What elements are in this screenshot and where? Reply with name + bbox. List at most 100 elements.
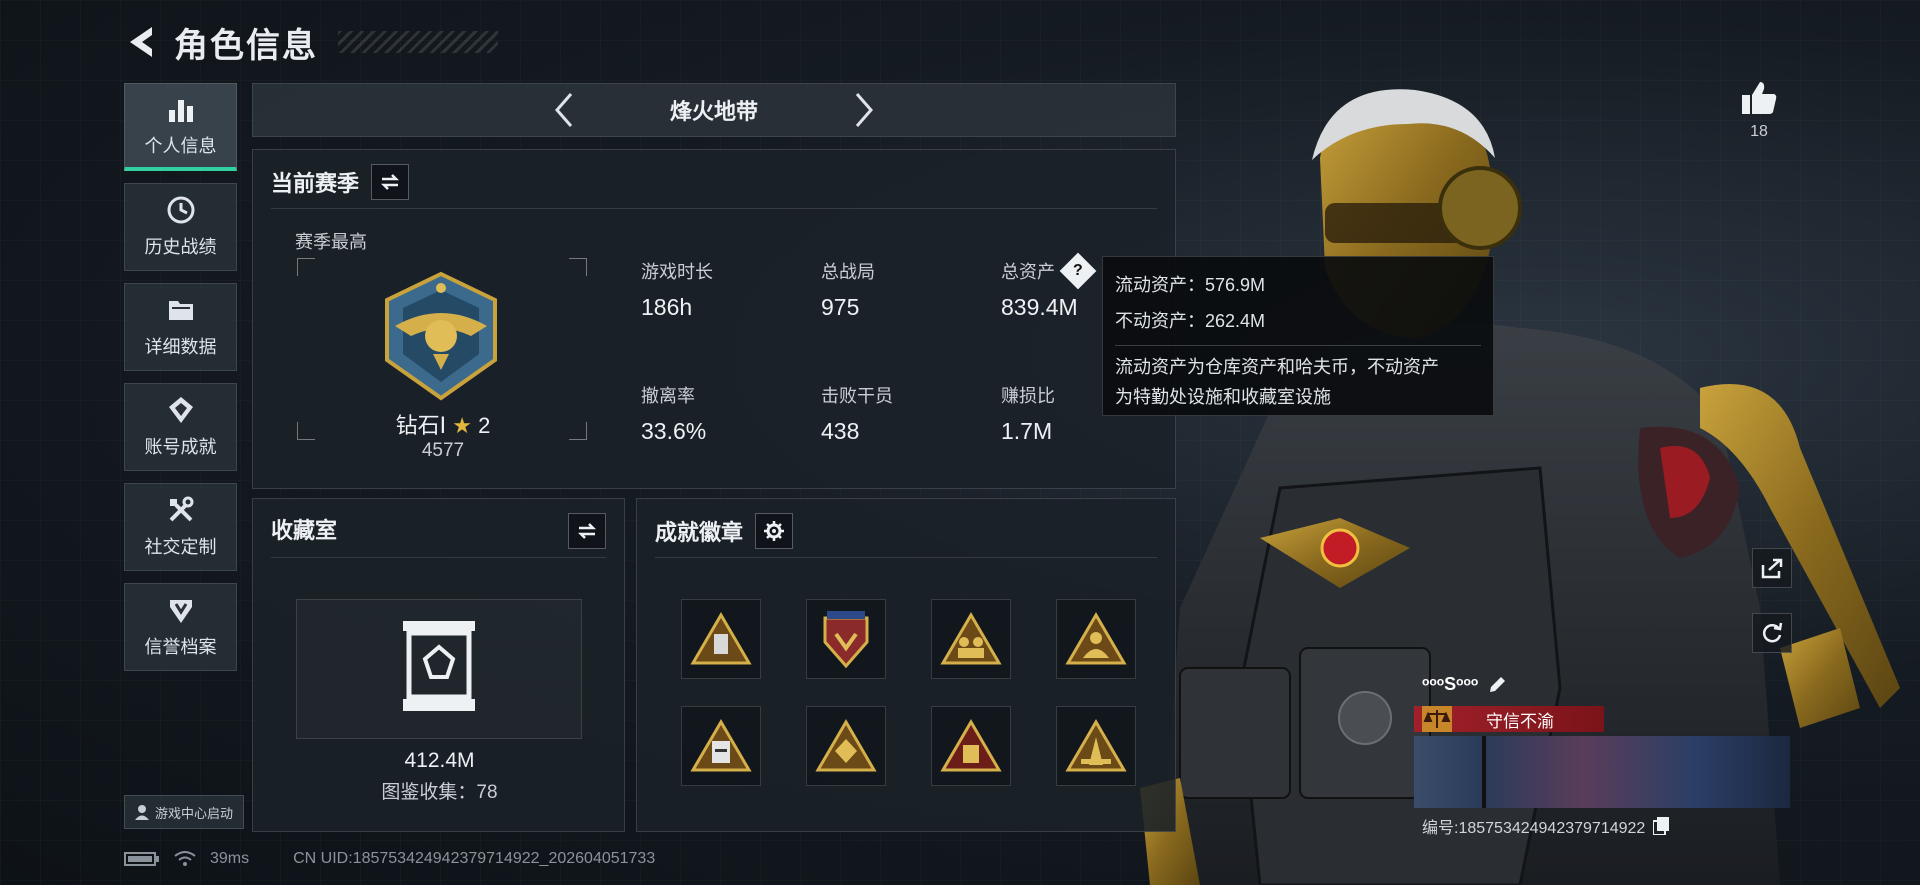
back-button[interactable]	[124, 22, 160, 62]
card-badge-icon	[690, 719, 752, 772]
badge-slot[interactable]	[931, 599, 1011, 679]
person-icon	[134, 805, 149, 820]
divider	[655, 557, 1157, 558]
stat-value: 438	[821, 418, 860, 444]
ping-text: 39ms	[210, 850, 250, 867]
tooltip-note-line1: 流动资产为仓库资产和哈夫币，不动资产	[1115, 357, 1439, 377]
display-case-icon	[403, 621, 475, 711]
badges-settings-button[interactable]	[755, 513, 794, 549]
player-title: 守信不渝	[1486, 711, 1554, 731]
tower-badge-icon	[1065, 719, 1127, 772]
wifi-icon	[174, 851, 196, 866]
collection-panel-title: 收藏室	[271, 518, 338, 543]
stat-label: 游戏时长	[641, 262, 713, 282]
edit-icon[interactable]	[1488, 676, 1506, 694]
mode-prev-button[interactable]	[544, 90, 584, 130]
clock-icon	[167, 196, 194, 224]
sidebar-item-label: 个人信息	[144, 135, 217, 156]
badge-slot[interactable]	[806, 599, 886, 679]
rank-name: 钻石Ⅰ ★ 2	[343, 408, 543, 440]
season-panel-title: 当前赛季	[271, 171, 360, 196]
sidebar-item-label: 信誉档案	[144, 637, 217, 657]
collection-switch-button[interactable]	[568, 513, 606, 549]
game-center-button[interactable]: 游戏中心启动	[124, 795, 244, 829]
scale-emblem-icon	[1422, 706, 1452, 732]
swap-icon	[577, 523, 597, 539]
battery-icon	[124, 852, 159, 866]
rank-tier: 钻石Ⅰ	[395, 413, 447, 438]
tooltip-fixed-assets: 不动资产：262.4M	[1115, 311, 1266, 331]
trophy-icon	[168, 397, 193, 423]
player-name-row: ᵒᵒᵒSᵒᵒᵒ	[1422, 674, 1506, 695]
copy-icon[interactable]	[1653, 817, 1670, 835]
diamond-badge-icon	[815, 719, 877, 772]
player-name: ᵒᵒᵒSᵒᵒᵒ	[1422, 674, 1479, 694]
star-icon: ★	[452, 413, 472, 438]
stat-value: 839.4M	[1001, 294, 1078, 320]
stat-profit-ratio: 赚损比 1.7M	[1001, 382, 1055, 445]
badge-slot[interactable]	[806, 706, 886, 786]
sidebar: 个人信息 历史战绩 详细数据 账号成就 社交定制 信誉档案	[124, 83, 237, 683]
bar-chart-icon	[168, 99, 193, 122]
season-best-label: 赛季最高	[295, 232, 367, 252]
hourglass-badge-icon	[690, 612, 752, 665]
sidebar-item-achievements[interactable]: 账号成就	[124, 383, 237, 471]
sidebar-item-social[interactable]: 社交定制	[124, 483, 237, 571]
sidebar-item-details[interactable]: 详细数据	[124, 283, 237, 371]
badges-panel-title: 成就徽章	[655, 520, 744, 545]
stat-value: 186h	[641, 294, 693, 320]
page-title: 角色信息	[174, 26, 318, 65]
chevron-left-icon	[555, 93, 573, 127]
sidebar-item-credit[interactable]: 信誉档案	[124, 583, 237, 671]
badge-slot[interactable]	[1056, 599, 1136, 679]
sidebar-item-personal-info[interactable]: 个人信息	[124, 83, 237, 171]
title-decoration	[338, 31, 498, 53]
sidebar-item-label: 账号成就	[144, 437, 217, 457]
stat-label: 撤离率	[641, 386, 695, 406]
tooltip-note-line2: 为特勤处设施和收藏室设施	[1115, 387, 1331, 407]
status-bar: 39ms CN UID:185753424942379714922_202604…	[124, 848, 655, 870]
sidebar-item-label: 详细数据	[144, 337, 217, 357]
rank-stars: 2	[478, 413, 491, 438]
stat-label-row: 总资产 ?	[1001, 252, 1097, 290]
uid-text: CN UID:185753424942379714922_20260405173…	[293, 850, 656, 867]
stat-label: 总战局	[821, 262, 875, 282]
sidebar-item-history[interactable]: 历史战绩	[124, 183, 237, 271]
badge-grid	[681, 599, 1136, 786]
stat-label: 总资产	[1001, 262, 1055, 282]
page-header: 角色信息	[124, 18, 498, 66]
thumbs-up-icon[interactable]	[1740, 80, 1778, 116]
diamond-rank-icon	[385, 271, 497, 401]
help-icon[interactable]: ?	[1059, 252, 1097, 290]
assets-tooltip: 流动资产：576.9M 不动资产：262.4M 流动资产为仓库资产和哈夫币，不动…	[1102, 256, 1494, 416]
soldiers-badge-icon	[940, 612, 1002, 665]
player-banner-image[interactable]	[1414, 736, 1790, 808]
current-season-panel: 当前赛季 赛季最高 钻石Ⅰ ★ 2 4577 游戏时长 186h 总战局 975	[252, 149, 1176, 489]
rank-score: 4577	[421, 440, 465, 461]
player-id: 编号:185753424942379714922	[1422, 820, 1646, 837]
mode-next-button[interactable]	[844, 90, 884, 130]
stat-total-matches: 总战局 975	[821, 258, 875, 321]
collection-count: 图鉴收集：78	[381, 782, 498, 803]
achievement-badges-panel: 成就徽章	[636, 498, 1176, 832]
badge-slot[interactable]	[1056, 706, 1136, 786]
player-title-bar: 守信不渝	[1414, 706, 1604, 732]
mode-name: 烽火地带	[669, 99, 758, 124]
refresh-icon	[1762, 622, 1783, 643]
badge-slot[interactable]	[681, 599, 761, 679]
refresh-button[interactable]	[1752, 613, 1792, 653]
season-switch-button[interactable]	[371, 164, 410, 200]
stat-value: 1.7M	[1001, 418, 1053, 444]
stat-label: 赚损比	[1001, 386, 1055, 406]
share-button[interactable]	[1752, 548, 1792, 588]
stat-value: 975	[821, 294, 860, 320]
stat-value: 33.6%	[641, 418, 707, 444]
divider	[271, 208, 1157, 209]
badge-slot[interactable]	[931, 706, 1011, 786]
badge-slot[interactable]	[681, 706, 761, 786]
operator-badge-icon	[1065, 612, 1127, 665]
stat-operators-defeated: 击败干员 438	[821, 382, 893, 445]
player-card: ᵒᵒᵒSᵒᵒᵒ 守信不渝 编号:185753424942379714922	[1414, 670, 1790, 842]
stat-playtime: 游戏时长 186h	[641, 258, 713, 321]
share-icon	[1761, 558, 1783, 579]
